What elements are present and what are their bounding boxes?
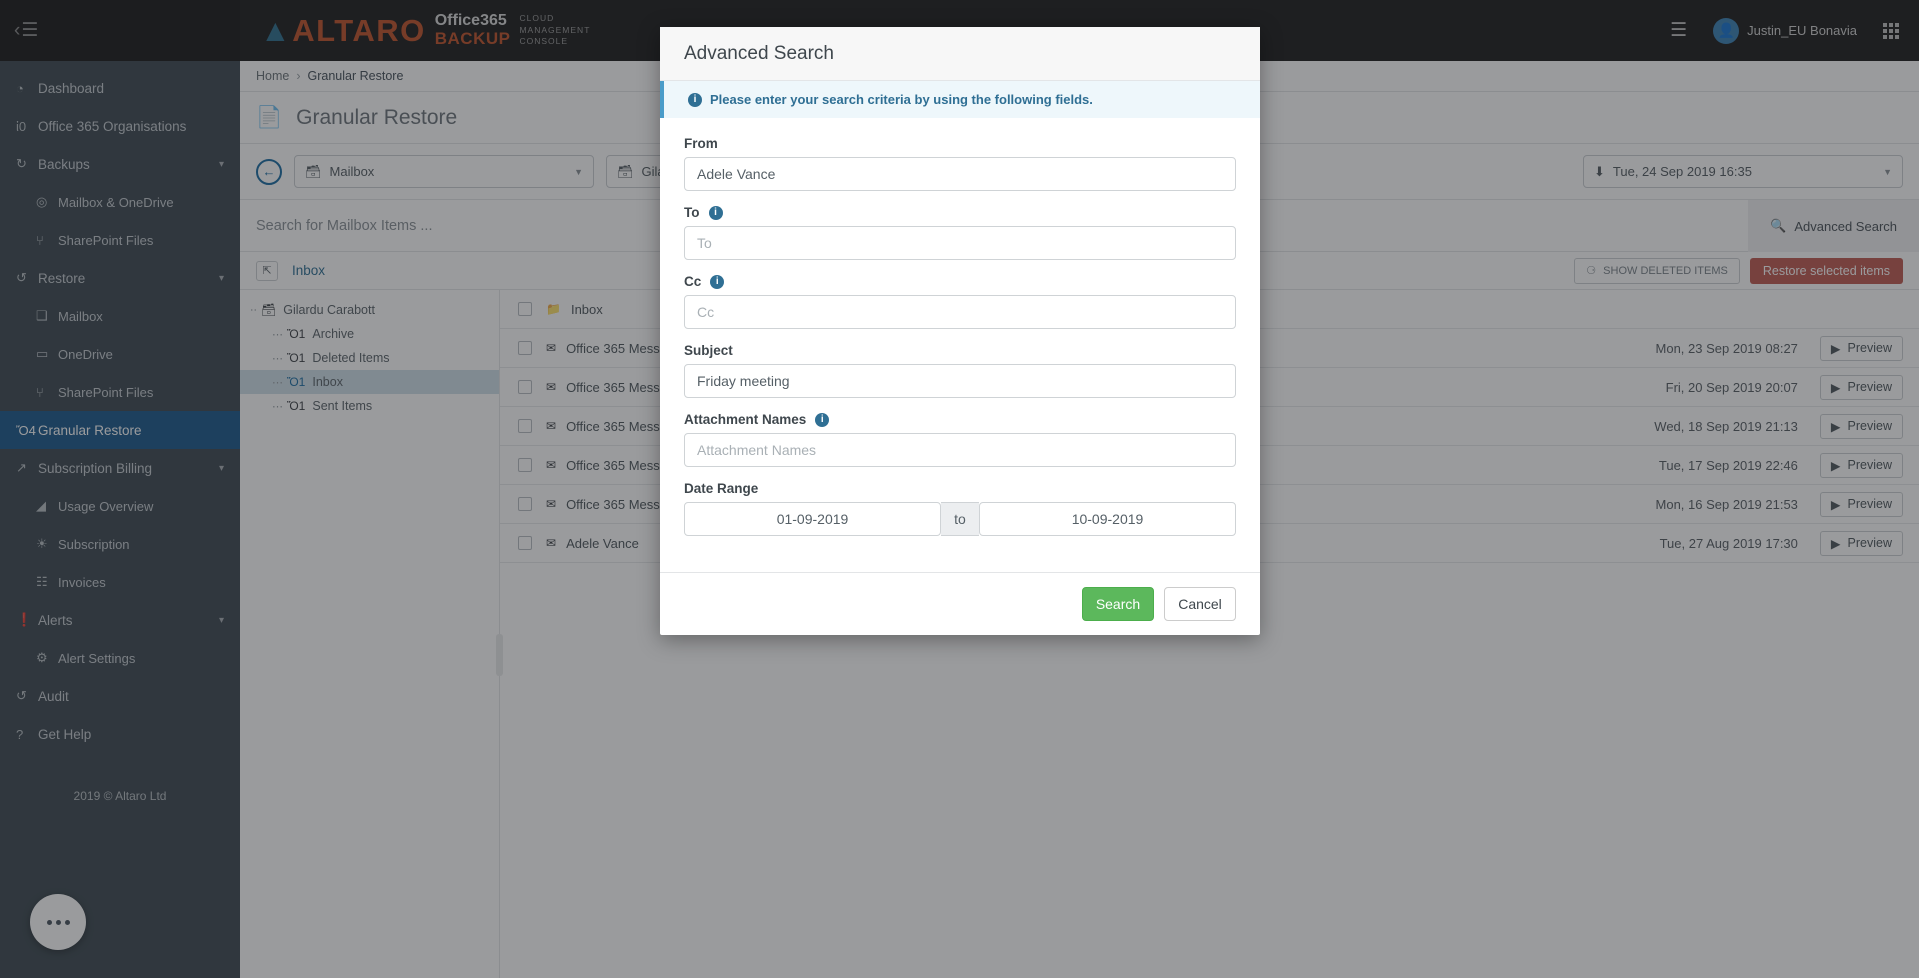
date-range-row: to [684, 502, 1236, 536]
date-range-label: Date Range [684, 481, 1236, 496]
search-button[interactable]: Search [1082, 587, 1154, 621]
attachment-names-input[interactable] [684, 433, 1236, 467]
attachment-names-label: Attachment Names i [684, 412, 1236, 427]
field-group-from: From [684, 136, 1236, 191]
from-label: From [684, 136, 1236, 151]
to-input[interactable] [684, 226, 1236, 260]
subject-input[interactable] [684, 364, 1236, 398]
date-range-label-text: Date Range [684, 481, 758, 496]
advanced-search-dialog: Advanced Search i Please enter your sear… [660, 27, 1260, 635]
info-circle-icon[interactable]: i [815, 413, 829, 427]
subject-label: Subject [684, 343, 1236, 358]
dialog-footer: Search Cancel [660, 572, 1260, 635]
attachment-names-label-text: Attachment Names [684, 412, 806, 427]
field-group-attachments: Attachment Names i [684, 412, 1236, 467]
to-label: To i [684, 205, 1236, 220]
field-group-to: To i [684, 205, 1236, 260]
from-label-text: From [684, 136, 718, 151]
field-group-subject: Subject [684, 343, 1236, 398]
cc-input[interactable] [684, 295, 1236, 329]
info-circle-icon: i [688, 93, 702, 107]
field-group-cc: Cc i [684, 274, 1236, 329]
cc-label-text: Cc [684, 274, 701, 289]
date-from-input[interactable] [684, 502, 941, 536]
subject-label-text: Subject [684, 343, 733, 358]
dialog-title: Advanced Search [684, 43, 834, 65]
info-circle-icon[interactable]: i [709, 206, 723, 220]
cc-label: Cc i [684, 274, 1236, 289]
dialog-body: i Please enter your search criteria by u… [660, 81, 1260, 572]
dialog-header: Advanced Search [660, 27, 1260, 81]
date-range-separator: to [941, 502, 979, 536]
info-circle-icon[interactable]: i [710, 275, 724, 289]
info-banner-text: Please enter your search criteria by usi… [710, 92, 1093, 107]
field-group-date-range: Date Range to [684, 481, 1236, 536]
cancel-button[interactable]: Cancel [1164, 587, 1236, 621]
to-label-text: To [684, 205, 700, 220]
from-input[interactable] [684, 157, 1236, 191]
date-to-input[interactable] [979, 502, 1236, 536]
info-banner: i Please enter your search criteria by u… [660, 81, 1260, 118]
